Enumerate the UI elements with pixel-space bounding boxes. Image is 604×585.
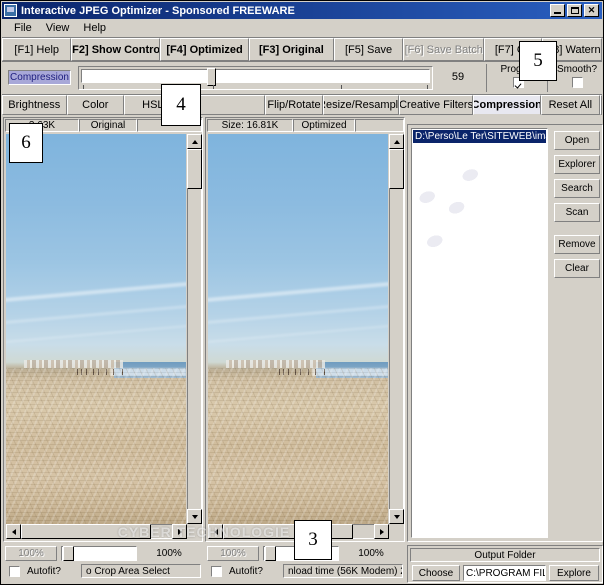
fkey-f1-help[interactable]: [F1] Help — [2, 38, 72, 61]
original-pane: 3.63K Original — [3, 117, 203, 542]
tab-flip-rotate[interactable]: Flip/Rotate — [265, 95, 323, 115]
callout-5: 5 — [519, 41, 557, 81]
scan-button[interactable]: Scan — [554, 203, 600, 222]
optimized-autofit-label: Autofit? — [229, 566, 263, 577]
optimized-vscroll-thumb[interactable] — [389, 149, 404, 189]
tab-reset-all[interactable]: Reset All — [540, 95, 600, 115]
smooth-label: Smooth? — [556, 64, 598, 75]
minimize-button[interactable] — [550, 4, 565, 17]
original-vscroll-thumb[interactable] — [187, 149, 202, 189]
remove-button[interactable]: Remove — [554, 235, 600, 254]
beach-photo-optimized — [208, 134, 388, 524]
original-status-text: o Crop Area Select — [81, 564, 201, 578]
choose-button[interactable]: Choose — [412, 565, 460, 581]
fkey-f5-save[interactable]: [F5] Save — [333, 38, 404, 61]
window-controls: ✕ — [550, 4, 599, 17]
scroll-up-icon[interactable] — [187, 134, 202, 149]
fkey-f4-optimized[interactable]: [F4] Optimized — [160, 38, 249, 61]
callout-3: 3 — [294, 520, 332, 560]
file-list[interactable]: D:\Perso\Le Ter\SITEWEB\images\la — [411, 128, 548, 538]
output-folder-panel: Output Folder Choose C:\PROGRAM FILES\ E… — [407, 545, 603, 583]
function-key-bar: [F1] Help [F2] Show Control [F4] Optimiz… — [2, 38, 602, 62]
optimized-size-label: Size: 16.81K — [207, 119, 293, 132]
menu-help[interactable]: Help — [76, 21, 113, 35]
tab-resize-resample[interactable]: Resize/Resample — [322, 95, 400, 115]
optimized-status-text: nload time (56K Modem) 2.33 sec — [283, 564, 403, 578]
scroll-down-icon[interactable] — [389, 509, 404, 524]
tab-strip: Brightness Color HSL Flip/Rotate Resize/… — [2, 95, 602, 115]
optimized-pane-header: Size: 16.81K Optimized — [206, 118, 404, 133]
optimized-zoom-button[interactable]: 100% — [207, 546, 259, 561]
scroll-up-icon[interactable] — [389, 134, 404, 149]
fkey-f3-original[interactable]: [F3] Original — [248, 38, 334, 61]
compression-label: Compression — [8, 70, 71, 85]
open-button[interactable]: Open — [554, 131, 600, 150]
explore-button[interactable]: Explore — [549, 565, 599, 581]
close-icon[interactable]: ✕ — [584, 4, 599, 17]
fkey-f6-save-batch: [F6] Save Batch — [403, 38, 485, 61]
compression-value: 59 — [451, 71, 465, 83]
tab-brightness[interactable]: Brightness — [2, 95, 67, 115]
callout-6: 6 — [9, 123, 43, 163]
optimized-autofit-checkbox[interactable] — [211, 566, 222, 577]
menu-bar: File View Help — [2, 19, 603, 38]
optimized-vscrollbar[interactable] — [389, 134, 404, 524]
divider — [486, 64, 487, 92]
output-folder-title: Output Folder — [410, 548, 600, 562]
optimized-header-filler — [355, 119, 404, 132]
file-list-item[interactable]: D:\Perso\Le Ter\SITEWEB\images\la — [413, 130, 546, 143]
window-title: Interactive JPEG Optimizer - Sponsored F… — [21, 4, 295, 17]
file-panel: D:\Perso\Le Ter\SITEWEB\images\la Open E… — [407, 124, 603, 542]
optimized-pane: Size: 16.81K Optimized — [205, 117, 405, 542]
scroll-down-icon[interactable] — [187, 509, 202, 524]
compression-slider-thumb[interactable] — [207, 68, 216, 86]
tab-compression[interactable]: Compression — [472, 95, 541, 115]
app-icon — [4, 4, 17, 17]
original-vscrollbar[interactable] — [187, 134, 202, 524]
fkey-f2-show-control[interactable]: [F2] Show Control — [71, 38, 161, 61]
optimized-name-label: Optimized — [293, 119, 355, 132]
title-bar: Interactive JPEG Optimizer - Sponsored F… — [2, 2, 602, 19]
original-name-label: Original — [79, 119, 137, 132]
beach-photo-original — [6, 134, 186, 524]
watermark-ghost-icon — [412, 146, 547, 300]
maximize-button[interactable] — [567, 4, 582, 17]
menu-view[interactable]: View — [39, 21, 77, 35]
slider-ticks — [83, 85, 428, 90]
original-autofit-label: Autofit? — [27, 566, 61, 577]
compression-slider[interactable] — [78, 66, 433, 90]
original-zoom-value: 100% — [156, 548, 182, 559]
optimized-zoom-value: 100% — [358, 548, 384, 559]
tab-creative-filters[interactable]: Creative Filters — [399, 95, 473, 115]
original-image[interactable] — [6, 134, 186, 524]
menu-file[interactable]: File — [7, 21, 39, 35]
smooth-checkbox[interactable] — [571, 77, 583, 88]
smooth-option[interactable]: Smooth? — [553, 64, 601, 92]
search-button[interactable]: Search — [554, 179, 600, 198]
output-path-field[interactable]: C:\PROGRAM FILES\ — [463, 565, 546, 581]
tab-filler — [599, 95, 602, 115]
optimized-image[interactable] — [208, 134, 388, 524]
clear-button[interactable]: Clear — [554, 259, 600, 278]
callout-4: 4 — [161, 84, 201, 126]
optimized-status-row: Autofit? nload time (56K Modem) 2.33 sec — [205, 564, 405, 580]
tab-color[interactable]: Color — [66, 95, 125, 115]
app-window: Interactive JPEG Optimizer - Sponsored F… — [0, 0, 604, 585]
original-status-row: Autofit? o Crop Area Select — [3, 564, 203, 580]
compression-control-row: Compression 59 Progres Smooth? — [2, 62, 602, 95]
explorer-button[interactable]: Explorer — [554, 155, 600, 174]
optimized-zoom-thumb[interactable] — [265, 546, 276, 561]
compression-slider-track — [81, 69, 430, 83]
original-autofit-checkbox[interactable] — [9, 566, 20, 577]
